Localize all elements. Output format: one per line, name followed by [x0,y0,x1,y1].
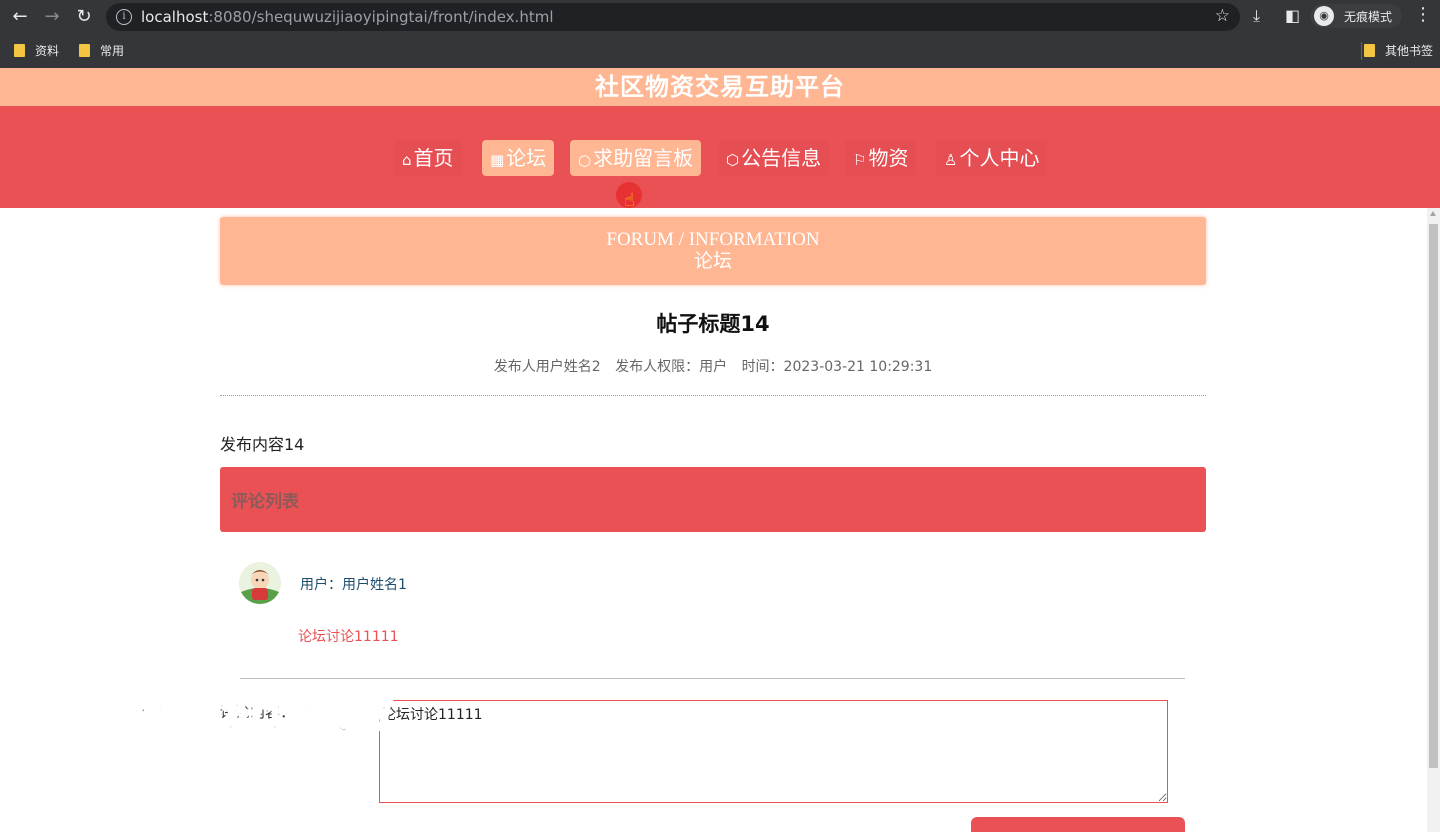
section-banner: FORUM / INFORMATION 论坛 [220,217,1206,285]
site-info-icon[interactable]: i [116,9,132,25]
avatar-image [239,562,281,604]
bookmark-label: 资料 [35,44,60,58]
nav-label: 公告信息 [741,146,822,170]
cube-icon: ⬡ [726,151,740,169]
divider [240,678,1185,679]
url-path: :8080/shequwuzijiaoyipingtai/front/index… [208,8,554,26]
browser-menu-icon[interactable]: ⋮ [1414,4,1432,25]
incognito-label: 无痕模式 [1344,10,1393,24]
bookmarks-bar: 资料 常用 其他书签 [0,34,1440,68]
scrollbar-thumb[interactable] [1429,224,1438,768]
post-title: 帖子标题14 [656,312,770,336]
watermark-text: 专业毕业设计代做 [49,688,395,739]
reload-icon[interactable]: ↻ [72,5,96,29]
nav-item-notice[interactable]: ⬡ 公告信息 [718,140,830,176]
bookmark-folder-other[interactable]: 其他书签 [1364,42,1433,59]
url-host: localhost [141,8,209,26]
nav-label: 首页 [413,146,454,170]
comment-list-header: 评论列表 [220,467,1206,532]
banner-title-en: FORUM / INFORMATION [606,229,820,250]
bookmark-folder-changyong[interactable]: 常用 [79,42,124,59]
folder-icon [79,44,90,57]
browser-toolbar: ← → ↻ i localhost:8080/shequwuzijiaoyipi… [0,0,1440,34]
download-icon[interactable]: ⤓ [1253,6,1260,26]
submit-comment-button[interactable] [971,817,1185,832]
comment-list-title: 评论列表 [231,492,299,512]
scroll-up-icon[interactable] [1430,211,1436,216]
nav-label: 个人中心 [959,146,1040,170]
bookmark-folder-ziliao[interactable]: 资料 [14,42,59,59]
avatar [239,562,281,604]
incognito-icon: ◉ [1314,6,1334,26]
divider [220,395,1206,396]
comment-input[interactable]: 论坛讨论11111 [379,700,1168,803]
nav-item-home[interactable]: ⌂ 首页 [394,140,462,176]
nav-label: 论坛 [506,146,547,170]
address-url[interactable]: localhost:8080/shequwuzijiaoyipingtai/fr… [141,8,554,26]
message-icon: ○ [578,151,592,169]
nav-item-profile[interactable]: ♙ 个人中心 [936,140,1048,176]
back-icon[interactable]: ← [8,5,32,29]
user-icon: ♙ [944,151,958,169]
incognito-badge[interactable]: ◉ 无痕模式 [1310,4,1402,28]
page-scrollbar[interactable] [1427,208,1440,832]
forward-icon[interactable]: → [40,5,64,29]
comment-text: 论坛讨论11111 [298,629,399,645]
nav-label: 物资 [868,146,909,170]
home-icon: ⌂ [402,151,412,169]
browser-chrome: ← → ↻ i localhost:8080/shequwuzijiaoyipi… [0,0,1440,68]
nav-label: 求助留言板 [593,146,694,170]
folder-icon [14,44,25,57]
post-time: 时间：2023-03-21 10:29:31 [741,359,933,375]
page: 社区物资交易互助平台 ⌂ 首页 ▦ 论坛 ○ 求助留言板 ⬡ 公告信息 ⚐ 物资 ♙ 个人中… [0,68,1440,832]
nav-item-goods[interactable]: ⚐ 物资 [845,140,917,176]
nav-item-forum[interactable]: ▦ 论坛 [482,140,555,176]
bookmark-star-icon[interactable]: ☆ [1215,6,1230,26]
site-title: 社区物资交易互助平台 [595,73,845,101]
folder-icon [1364,44,1375,57]
post-meta: 发布人用户姓名2 发布人权限：用户 时间：2023-03-21 10:29:31 [220,356,1206,376]
click-cursor-indicator: ☝ [616,182,642,211]
nav-item-help-board[interactable]: ○ 求助留言板 [570,140,702,176]
bookmark-label: 其他书签 [1385,44,1434,58]
side-panel-icon[interactable]: ◧ [1285,6,1300,25]
post-role: 发布人权限：用户 [615,359,728,375]
hand-pointer-icon: ☝ [624,190,635,211]
bookmark-separator [1361,42,1362,60]
flag-icon: ⚐ [853,151,867,169]
address-bar[interactable]: i localhost:8080/shequwuzijiaoyipingtai/… [106,3,1240,31]
site-header: 社区物资交易互助平台 [0,68,1440,106]
bookmark-label: 常用 [100,44,125,58]
main-nav: ⌂ 首页 ▦ 论坛 ○ 求助留言板 ⬡ 公告信息 ⚐ 物资 ♙ 个人中心 ☝ [0,106,1440,211]
post-content: 发布内容14 [220,435,305,454]
post-author: 发布人用户姓名2 [493,359,601,375]
comment-user: 用户：用户姓名1 [300,577,407,593]
banner-title-cn: 论坛 [693,251,732,272]
forum-icon: ▦ [490,151,505,169]
